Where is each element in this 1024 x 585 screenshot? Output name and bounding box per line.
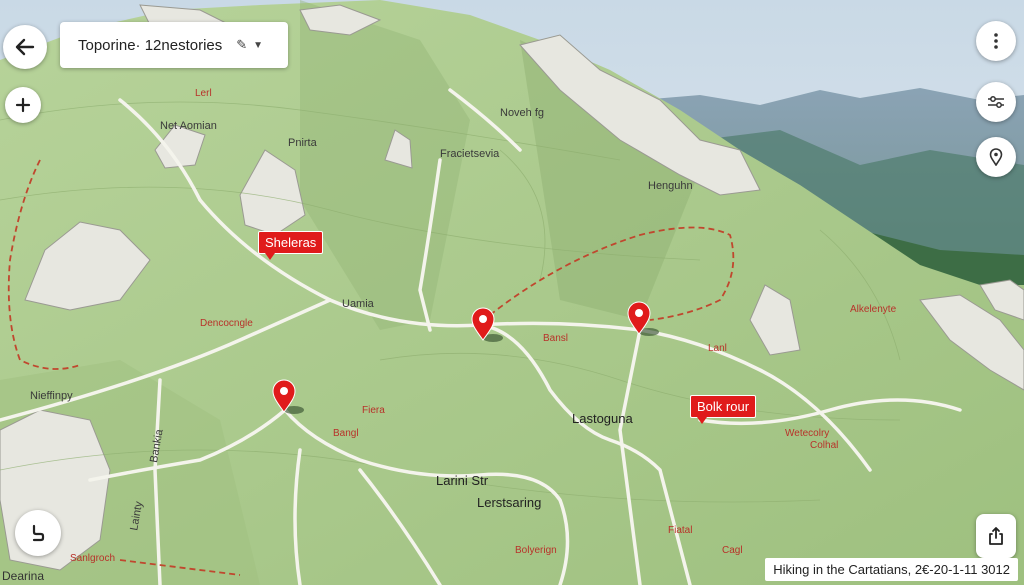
poi-label: Fiatal	[668, 525, 693, 536]
poi-label: Bansl	[543, 333, 569, 344]
poi-label: Bolyerign	[515, 545, 557, 556]
poi-label: Cagl	[722, 545, 743, 556]
my-location-button[interactable]	[976, 137, 1016, 177]
place-label: Fracietsevia	[440, 148, 500, 160]
poi-label: Lanl	[708, 343, 727, 354]
place-label: Lastoguna	[572, 411, 633, 426]
place-label: Nieffinpy	[30, 390, 73, 402]
chevron-down-icon[interactable]: ▼	[253, 40, 263, 51]
poi-label: Wetecolry	[785, 428, 830, 439]
map-title: Toporine· 12nestories	[78, 36, 223, 54]
route-button[interactable]	[15, 510, 61, 556]
place-label: Net Aomian	[160, 120, 217, 132]
share-icon	[989, 527, 1003, 545]
poi-label: Alkelenyte	[850, 304, 897, 315]
poi-label: Bangl	[333, 428, 359, 439]
place-label: Noveh fg	[500, 107, 545, 119]
corner-label: Dearina	[2, 569, 45, 583]
place-label: Henguhn	[648, 180, 693, 192]
poi-label: Sanlgroch	[70, 553, 116, 564]
place-label: Larini Str	[436, 473, 489, 488]
plus-icon	[15, 97, 31, 113]
route-tag[interactable]: Bolk rour	[690, 395, 757, 424]
arrow-left-icon	[15, 38, 35, 56]
back-button[interactable]	[3, 25, 47, 69]
place-label: Pnirta	[288, 137, 317, 149]
poi-label: Fiera	[362, 405, 385, 416]
location-pin-icon	[989, 148, 1003, 166]
route-icon	[32, 524, 45, 542]
kebab-menu-icon	[994, 33, 998, 49]
map-title-selector[interactable]: Toporine· 12nestories ✎ ▼	[60, 22, 288, 68]
poi-label: Dencocngle	[200, 318, 253, 329]
share-button[interactable]	[976, 514, 1016, 558]
filter-button[interactable]	[976, 82, 1016, 122]
place-label: Uamia	[342, 298, 374, 310]
zoom-in-button[interactable]	[5, 87, 41, 123]
map-caption: Hiking in the Cartatians, 2€-20-1-11 301…	[765, 558, 1018, 581]
poi-label: Lerl	[195, 88, 212, 99]
pencil-icon[interactable]: ✎	[236, 37, 247, 53]
poi-label: Colhal	[810, 440, 839, 451]
place-label: Lerstsaring	[477, 495, 542, 510]
shelters-tag[interactable]: Sheleras	[258, 231, 324, 260]
sliders-icon	[988, 96, 1004, 108]
more-options-button[interactable]	[976, 21, 1016, 61]
